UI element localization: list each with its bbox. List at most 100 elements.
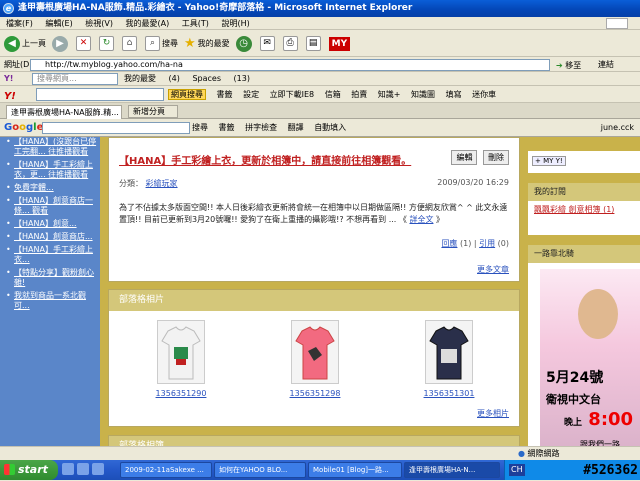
photo-thumbnail[interactable] xyxy=(157,320,205,384)
sidebar-link[interactable]: 我就到商品一系北觀可... xyxy=(6,291,100,311)
address-bar: 網址(D) http://tw.myblog.yahoo.com/ha-na ➔… xyxy=(0,58,640,72)
quicklaunch-icon[interactable] xyxy=(92,463,104,475)
fill-link[interactable]: 填寫 xyxy=(446,90,462,99)
read-more-link[interactable]: 詳全文 xyxy=(409,215,433,224)
sidebar-link[interactable]: 【HANA】創意... xyxy=(6,219,100,229)
back-button[interactable]: ◀ 上一頁 xyxy=(4,34,46,54)
home-button[interactable]: ⌂ xyxy=(122,34,139,54)
yahoo-favorites-button[interactable]: 我的最愛 xyxy=(124,74,156,83)
photo-thumbnail[interactable] xyxy=(425,320,473,384)
globe-icon: ● xyxy=(518,449,525,458)
quicklaunch-icon[interactable] xyxy=(77,463,89,475)
language-indicator[interactable]: CH xyxy=(509,464,525,476)
menu-edit[interactable]: 編輯(E) xyxy=(45,19,72,28)
google-bookmarks-button[interactable]: 書籤 xyxy=(219,123,235,132)
sidebar-link[interactable]: 【HANA】創意商店... xyxy=(6,232,100,242)
knowledge-map-link[interactable]: 知識圖 xyxy=(411,90,435,99)
sidebar-link[interactable]: 【特點分享】觀粉創心雜! xyxy=(6,268,100,288)
blog-photos: 部落格相片 1356351290 1356351298 1356351301 更… xyxy=(108,289,520,427)
trackback-link[interactable]: 引用 xyxy=(479,239,495,248)
spellcheck-button[interactable]: 拼字檢查 xyxy=(245,123,277,132)
forward-arrow-icon: ▶ xyxy=(52,35,68,52)
taskbar-item[interactable]: 2009-02-11aSakexe ... xyxy=(120,462,212,478)
google-search-button[interactable]: 搜尋 xyxy=(192,123,208,132)
print-button[interactable]: ⎙ xyxy=(282,34,300,54)
subscription-item[interactable]: 飄飄彩繪 創意相簿 (1) xyxy=(528,201,640,219)
settings-button[interactable]: 設定 xyxy=(243,90,259,99)
go-button[interactable]: ➔ 移至 xyxy=(556,59,581,73)
spaces-button[interactable]: Spaces xyxy=(192,74,221,83)
mail-button[interactable]: ✉ xyxy=(259,34,277,54)
stop-button[interactable]: ✕ xyxy=(76,34,93,54)
menu-tools[interactable]: 工具(T) xyxy=(182,19,209,28)
menu-favorites[interactable]: 我的最愛(A) xyxy=(126,19,170,28)
back-label: 上一頁 xyxy=(22,39,46,48)
more-photos-link[interactable]: 更多相片 xyxy=(477,408,509,419)
favorites-label: 我的最愛 xyxy=(197,39,230,48)
bookmarks-button[interactable]: 書籤 xyxy=(217,90,233,99)
sidebar-link[interactable]: 【HANA】手工彩繪上衣... xyxy=(6,245,100,265)
autofill-button[interactable]: 自動填入 xyxy=(314,123,346,132)
start-label: start xyxy=(18,463,48,476)
taskbar-item[interactable]: Mobile01 [Blog]一路... xyxy=(308,462,402,478)
menu-view[interactable]: 檢視(V) xyxy=(85,19,113,28)
start-button[interactable]: start xyxy=(0,460,58,480)
edit-button[interactable]: ▤ xyxy=(305,34,323,54)
taskbar-item-active[interactable]: 逢甲壽根廣場HA-N... xyxy=(404,462,500,478)
yahoo-search-input[interactable]: 搜尋網頁... xyxy=(32,73,118,85)
tv-ad-banner[interactable]: 5月24號 衛視中文台 晚上 8:00 跟我們一路 xyxy=(540,269,640,460)
menu-help[interactable]: 說明(H) xyxy=(221,19,249,28)
photo-caption[interactable]: 1356351298 xyxy=(280,389,350,398)
spaces-count[interactable]: (13) xyxy=(234,74,250,83)
google-account[interactable]: june.cck xyxy=(601,119,634,137)
sidebar-link[interactable]: 【HANA】手工彩繪上衣，更... 往推播觀看 xyxy=(6,160,100,180)
photo-caption[interactable]: 1356351301 xyxy=(414,389,484,398)
north-ride-box: 一路靠北騎 5月24號 衛視中文台 晚上 8:00 跟我們一路 xyxy=(528,245,640,460)
tshirt-pink-icon xyxy=(295,326,335,380)
menu-file[interactable]: 檔案(F) xyxy=(6,19,33,28)
mail-link[interactable]: 信箱 xyxy=(325,90,341,99)
new-tab-button[interactable]: 新增分頁 xyxy=(128,105,178,118)
web-search-button[interactable]: 網頁搜尋 xyxy=(168,89,206,100)
search-button[interactable]: ⌕ 搜尋 xyxy=(145,34,178,54)
knowledge-link[interactable]: 知識+ xyxy=(378,90,401,99)
yahoo-search-field[interactable] xyxy=(36,88,164,101)
sidebar-link[interactable]: 【HANA】創意商店一條... 觀看 xyxy=(6,196,100,216)
search-icon: ⌕ xyxy=(145,36,160,51)
tshirt-white-icon xyxy=(161,326,201,380)
mini-car-link[interactable]: 迷你車 xyxy=(472,90,496,99)
yahoo-mail-count[interactable]: (4) xyxy=(169,74,180,83)
google-toolbar: Google 搜尋 書籤 拼字檢查 翻譯 自動填入 june.cck xyxy=(0,119,640,137)
add-myyahoo-button[interactable]: + MY Y! xyxy=(532,156,566,166)
quicklaunch-icon[interactable] xyxy=(62,463,74,475)
more-articles-link[interactable]: 更多文章 xyxy=(477,264,509,275)
forward-button[interactable]: ▶ xyxy=(52,34,70,54)
edit-button[interactable]: 編輯 xyxy=(451,150,478,165)
tab-active[interactable]: 逢甲壽根廣場HA-NA服飾.精... xyxy=(6,105,122,119)
history-button[interactable]: ◷ xyxy=(235,34,254,54)
ie-icon: e xyxy=(3,3,14,14)
window-titlebar[interactable]: e 逢甲壽根廣場HA-NA服飾.精品.彩繪衣 - Yahoo!奇摩部落格 - M… xyxy=(0,0,640,17)
post-date: 2009/03/20 16:29 xyxy=(437,178,509,187)
photo-thumbnail[interactable] xyxy=(291,320,339,384)
category-link[interactable]: 彩繪玩家 xyxy=(146,179,178,188)
ad-date: 5月24號 xyxy=(546,370,604,386)
sidebar-link[interactable]: 免費字體... xyxy=(6,183,100,193)
post-title[interactable]: 【HANA】手工彩繪上衣，更新於相簿中，請直接前往相簿觀看。 xyxy=(119,152,411,167)
taskbar-item[interactable]: 如何在YAHOO BLO... xyxy=(214,462,306,478)
sidebar-link[interactable]: 【HANA】(沒跟台已停工完翻... 往推播觀看 xyxy=(6,137,100,157)
links-button[interactable]: 連結 xyxy=(598,58,614,72)
ad-time: 晚上 8:00 xyxy=(564,409,633,430)
favorites-button[interactable]: ★ 我的最愛 xyxy=(184,34,230,54)
stop-icon: ✕ xyxy=(76,36,91,51)
download-ie8-button[interactable]: 立即下載IE8 xyxy=(270,90,315,99)
translate-button[interactable]: 翻譯 xyxy=(288,123,304,132)
google-search-input[interactable] xyxy=(42,122,190,134)
address-input[interactable]: http://tw.myblog.yahoo.com/ha-na xyxy=(30,59,550,71)
delete-button[interactable]: 刪除 xyxy=(483,150,509,165)
photo-caption[interactable]: 1356351290 xyxy=(146,389,216,398)
refresh-button[interactable]: ↻ xyxy=(99,34,116,54)
reply-link[interactable]: 回應 xyxy=(441,239,457,248)
my-button[interactable]: MY xyxy=(328,34,351,54)
auction-link[interactable]: 拍賣 xyxy=(351,90,367,99)
